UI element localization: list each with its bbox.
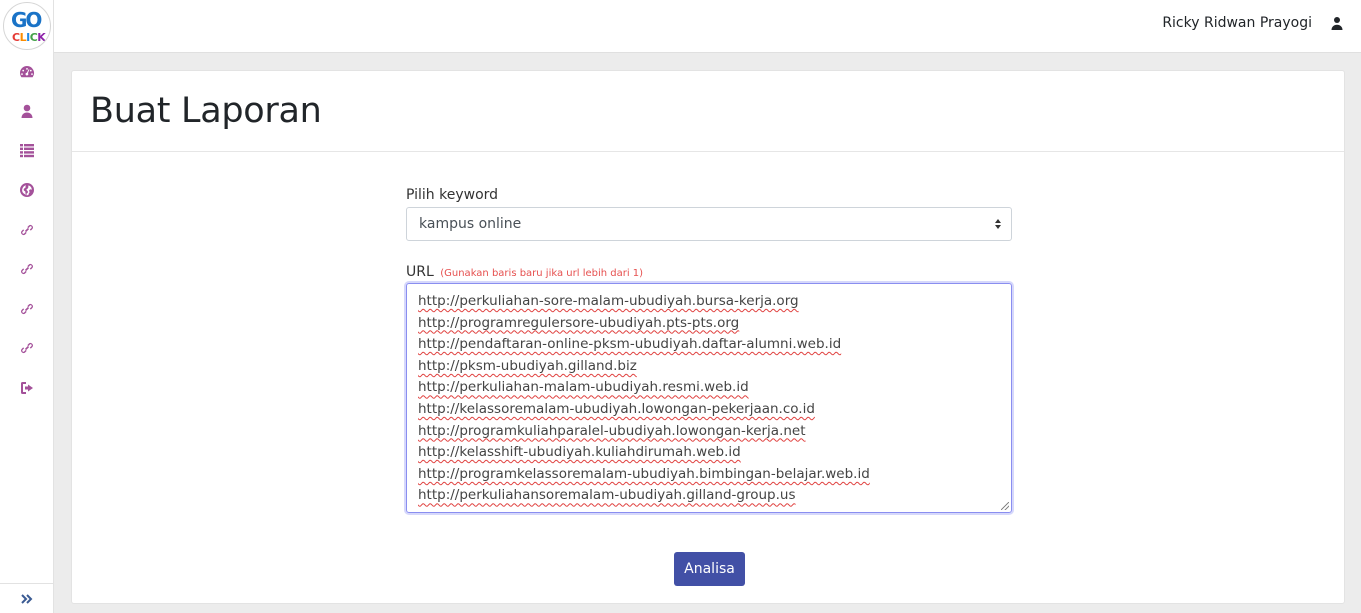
sidebar: GO CLICK: [0, 0, 54, 613]
url-label-row: URL (Gunakan baris baru jika url lebih d…: [406, 264, 1012, 280]
page-title: Buat Laporan: [90, 91, 322, 131]
keyword-select-value: kampus online: [419, 216, 522, 232]
url-label: URL: [406, 264, 434, 280]
sign-out-icon: [21, 382, 33, 394]
sidebar-item-link-1[interactable]: [15, 218, 39, 242]
url-line: http://perkuliahan-sore-malam-ubudiyah.b…: [418, 293, 799, 309]
url-hint: (Gunakan baris baru jika url lebih dari …: [440, 268, 644, 279]
sidebar-item-dashboard[interactable]: [15, 60, 39, 84]
sidebar-collapse-button[interactable]: [0, 583, 54, 613]
sidebar-item-link-4[interactable]: [15, 336, 39, 360]
url-line: http://programkelassoremalam-ubudiyah.bi…: [418, 465, 870, 482]
globe-icon: [20, 183, 34, 197]
url-line: http://pendaftaran-online-pksm-ubudiyah.…: [418, 336, 842, 353]
double-chevron-right-icon: [21, 593, 33, 604]
topbar: Ricky Ridwan Prayogi: [54, 0, 1361, 53]
user-icon: [21, 104, 33, 118]
user-menu-icon[interactable]: [1331, 15, 1345, 31]
textarea-resize-handle[interactable]: [1001, 502, 1009, 510]
user-name[interactable]: Ricky Ridwan Prayogi: [1162, 15, 1312, 31]
link-icon: [21, 264, 33, 274]
report-card: Buat Laporan Pilih keyword kampus online…: [71, 70, 1345, 604]
logo-go-text: GO: [11, 8, 42, 32]
sidebar-item-link-2[interactable]: [15, 257, 39, 281]
url-line: http://kelassoremalam-ubudiyah.lowongan-…: [418, 400, 815, 417]
url-line: http://programregulersore-ubudiyah.pts-p…: [418, 314, 740, 331]
link-icon: [21, 343, 33, 353]
sidebar-item-globe[interactable]: [15, 178, 39, 202]
url-textarea[interactable]: http://perkuliahan-sore-malam-ubudiyah.b…: [406, 283, 1012, 513]
link-icon: [21, 225, 33, 235]
keyword-label: Pilih keyword: [406, 187, 499, 203]
report-form: Pilih keyword kampus online URL (Gunakan…: [406, 187, 1012, 513]
goclick-logo[interactable]: GO CLICK: [3, 2, 51, 50]
sidebar-item-link-3[interactable]: [15, 297, 39, 321]
card-header: Buat Laporan: [72, 71, 1344, 152]
url-line: http://pksm-ubudiyah.gilland.biz: [418, 357, 637, 374]
sidebar-item-sign-out[interactable]: [15, 376, 39, 400]
sidebar-item-user[interactable]: [15, 99, 39, 123]
sidebar-item-list[interactable]: [15, 138, 39, 162]
logo-click-text: CLICK: [12, 31, 46, 44]
select-caret-icon: [995, 219, 1001, 229]
url-line: http://programkuliahparalel-ubudiyah.low…: [418, 422, 806, 439]
keyword-select[interactable]: kampus online: [406, 207, 1012, 241]
analyze-button[interactable]: Analisa: [674, 552, 745, 586]
list-icon: [20, 144, 34, 158]
link-icon: [21, 304, 33, 314]
url-line: http://kelasshift-ubudiyah.kuliahdirumah…: [418, 444, 741, 461]
url-line: http://perkuliahan-malam-ubudiyah.resmi.…: [418, 379, 749, 396]
dashboard-icon: [20, 66, 34, 78]
url-line: http://perkuliahansoremalam-ubudiyah.gil…: [418, 487, 796, 504]
